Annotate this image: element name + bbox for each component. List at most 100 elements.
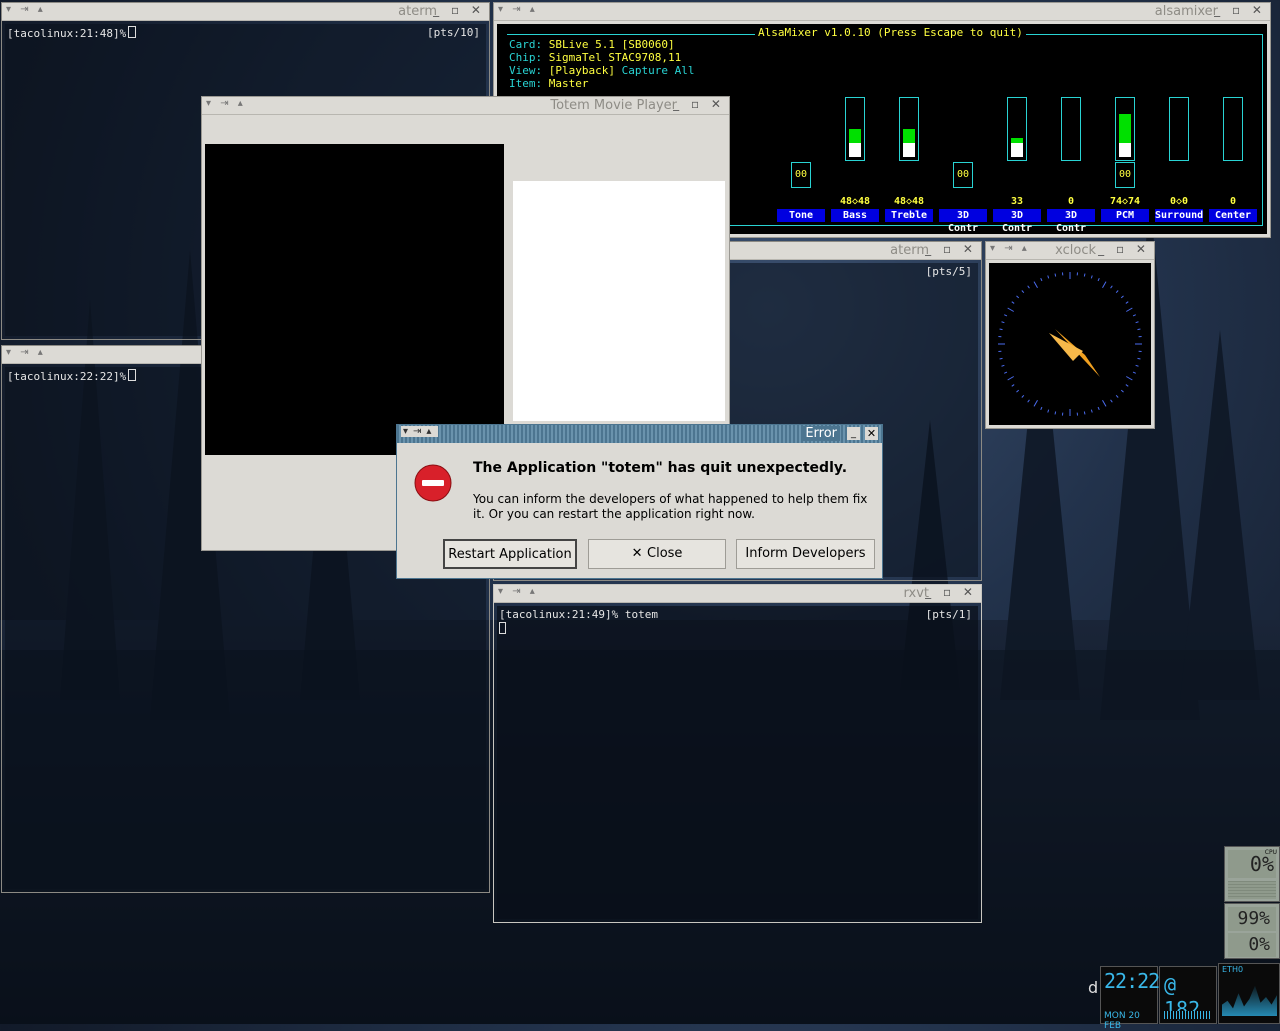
inform-developers-button[interactable]: Inform Developers bbox=[736, 539, 875, 569]
window-controls[interactable]: _ ▫ ✕ bbox=[433, 3, 485, 17]
window-title: aterm bbox=[398, 4, 437, 19]
cursor bbox=[499, 622, 506, 634]
channel-label[interactable]: Surround bbox=[1155, 209, 1203, 222]
dialog-body: You can inform the developers of what ha… bbox=[473, 492, 873, 522]
net-label: ETH0 bbox=[1222, 965, 1243, 974]
window-controls[interactable]: _ ▫ ✕ bbox=[1098, 242, 1150, 256]
channel-value: 0 bbox=[1208, 196, 1258, 207]
restart-application-button[interactable]: Restart Application bbox=[443, 539, 577, 569]
volume-slider[interactable] bbox=[899, 97, 919, 161]
sidebar-panel[interactable] bbox=[513, 181, 725, 421]
mute-switch[interactable]: 00 bbox=[953, 162, 973, 188]
network-monitor-dockapp[interactable]: ETH0 bbox=[1218, 963, 1280, 1024]
clock-tick bbox=[1084, 411, 1085, 414]
channel-label[interactable]: 3D Contr bbox=[939, 209, 987, 222]
error-dialog[interactable]: ▾⇥▴ Error _ ✕ The Application "totem" ha… bbox=[396, 424, 883, 579]
dialog-title: Error bbox=[802, 426, 840, 441]
window-menu-icons[interactable]: ▾ ⇥ ▴ bbox=[206, 98, 246, 109]
window-controls[interactable]: _ ▫ ✕ bbox=[1214, 3, 1266, 17]
close-icon[interactable]: ✕ bbox=[865, 427, 878, 440]
window-controls[interactable]: _ ▫ ✕ bbox=[925, 585, 977, 599]
net-graph bbox=[1222, 978, 1277, 1016]
beat-time-dockapp[interactable]: @ 182 bbox=[1159, 966, 1217, 1024]
analog-clock bbox=[989, 263, 1151, 425]
title-bar[interactable]: ▾ ⇥ ▴ xclock _ ▫ ✕ bbox=[986, 242, 1154, 260]
video-area[interactable] bbox=[205, 144, 504, 455]
item-label: Item: bbox=[509, 77, 542, 90]
clock-tick bbox=[1055, 411, 1056, 414]
window-menu-icons[interactable]: ▾ ⇥ ▴ bbox=[6, 4, 46, 15]
mixer-info: Card: SBLive 5.1 [SB0060] Chip: SigmaTel… bbox=[509, 38, 694, 90]
window-menu-icons[interactable]: ▾ ⇥ ▴ bbox=[498, 4, 538, 15]
volume-slider[interactable] bbox=[1223, 97, 1243, 161]
volume-fill bbox=[1119, 114, 1131, 143]
xclock-window[interactable]: ▾ ⇥ ▴ xclock _ ▫ ✕ bbox=[985, 241, 1155, 429]
shell-prompt: [tacolinux:21:48]% bbox=[7, 27, 126, 40]
beat-progress bbox=[1164, 1011, 1212, 1019]
item-value: Master bbox=[549, 77, 589, 90]
channel-label[interactable]: Center bbox=[1209, 209, 1257, 222]
window-controls[interactable]: _ ▫ ✕ bbox=[673, 97, 725, 111]
cpu-monitor-dockapp[interactable]: 0% CPU bbox=[1224, 846, 1280, 902]
title-bar[interactable]: ▾ ⇥ ▴ aterm _ ▫ ✕ bbox=[2, 3, 489, 21]
cpu-label: CPU bbox=[1265, 849, 1277, 856]
window-menu-icons[interactable]: ▾ ⇥ ▴ bbox=[498, 586, 538, 597]
channel-value: 48◇48 bbox=[884, 196, 934, 207]
window-title: xclock bbox=[1055, 243, 1096, 258]
volume-slider[interactable] bbox=[1007, 97, 1027, 161]
volume-fill bbox=[1011, 138, 1023, 143]
volume-slider[interactable] bbox=[1115, 97, 1135, 161]
mute-switch[interactable]: 00 bbox=[791, 162, 811, 188]
chip-label: Chip: bbox=[509, 51, 542, 64]
mixer-header: AlsaMixer v1.0.10 (Press Escape to quit) bbox=[755, 26, 1026, 39]
window-menu-icons[interactable]: ▾ ⇥ ▴ bbox=[990, 243, 1030, 254]
window-title: Totem Movie Player bbox=[550, 98, 677, 113]
window-menu-icons[interactable]: ▾ ⇥ ▴ bbox=[6, 347, 46, 358]
clock-tick bbox=[1137, 329, 1140, 330]
window-title: alsamixer bbox=[1155, 4, 1218, 19]
dialog-title-bar[interactable]: ▾⇥▴ Error _ ✕ bbox=[397, 425, 882, 443]
channel-label[interactable]: Treble bbox=[885, 209, 933, 222]
volume-fill-base bbox=[1011, 143, 1023, 157]
card-label: Card: bbox=[509, 38, 542, 51]
volume-slider[interactable] bbox=[845, 97, 865, 161]
cpu-history bbox=[1228, 881, 1276, 899]
channel-value: 48◇48 bbox=[830, 196, 880, 207]
volume-slider[interactable] bbox=[1061, 97, 1081, 161]
channel-label[interactable]: Bass bbox=[831, 209, 879, 222]
clock-dockapp[interactable]: 22:22 MON 20 FEB bbox=[1100, 966, 1158, 1024]
clock-time: 22:22 bbox=[1104, 969, 1159, 993]
close-button-label: Close bbox=[647, 546, 682, 561]
pts-label: [pts/5] bbox=[926, 265, 972, 278]
title-bar[interactable]: ▾ ⇥ ▴ alsamixer _ ▫ ✕ bbox=[494, 3, 1270, 21]
window-controls[interactable]: _ ▫ ✕ bbox=[925, 242, 977, 256]
channel-label[interactable]: Tone bbox=[777, 209, 825, 222]
mem-percent: 99% bbox=[1228, 907, 1276, 931]
title-bar[interactable]: ▾ ⇥ ▴ Totem Movie Player _ ▫ ✕ bbox=[202, 97, 729, 115]
title-bar[interactable]: ▾ ⇥ ▴ rxvt _ ▫ ✕ bbox=[494, 585, 981, 603]
swap-percent: 0% bbox=[1228, 933, 1276, 957]
view-label: View: bbox=[509, 64, 542, 77]
channel-value: 0◇0 bbox=[1154, 196, 1204, 207]
close-x-icon: ✕ bbox=[632, 546, 647, 561]
clock-tick bbox=[1084, 274, 1085, 277]
desktop-label: d bbox=[1088, 978, 1098, 997]
channel-label[interactable]: PCM bbox=[1101, 209, 1149, 222]
channel-label[interactable]: 3D Contr bbox=[1047, 209, 1095, 222]
chip-value: SigmaTel STAC9708,11 bbox=[549, 51, 681, 64]
error-icon bbox=[414, 464, 452, 502]
mute-switch[interactable]: 00 bbox=[1115, 162, 1135, 188]
rxvt-window[interactable]: ▾ ⇥ ▴ rxvt _ ▫ ✕ [tacolinux:21:49]% tote… bbox=[493, 584, 982, 923]
terminal-area[interactable]: [tacolinux:21:49]% totem [pts/1] bbox=[497, 606, 978, 919]
shell-prompt: [tacolinux:22:22]% bbox=[7, 370, 126, 383]
volume-fill bbox=[849, 129, 861, 143]
volume-slider[interactable] bbox=[1169, 97, 1189, 161]
close-button[interactable]: ✕ Close bbox=[588, 539, 726, 569]
minimize-icon[interactable]: _ bbox=[847, 427, 860, 440]
view-playback: [Playback] bbox=[549, 64, 615, 77]
memory-monitor-dockapp[interactable]: 99% 0% bbox=[1224, 903, 1280, 959]
dialog-heading: The Application "totem" has quit unexpec… bbox=[473, 460, 847, 476]
channel-label[interactable]: 3D Contr bbox=[993, 209, 1041, 222]
cursor bbox=[128, 26, 136, 38]
window-menu-icons[interactable]: ▾⇥▴ bbox=[401, 426, 438, 437]
